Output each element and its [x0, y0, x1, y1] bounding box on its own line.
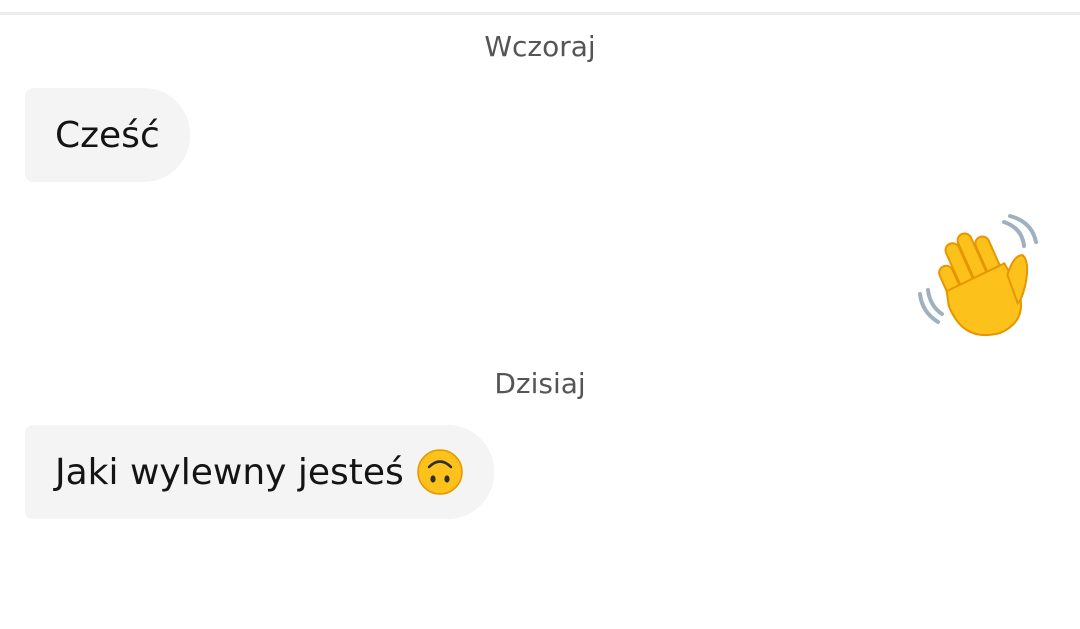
date-separator-yesterday: Wczoraj: [484, 30, 596, 63]
top-divider: [0, 12, 1080, 15]
message-bubble-incoming[interactable]: Cześć: [25, 88, 190, 182]
waving-hand-icon[interactable]: [912, 212, 1044, 344]
message-text: Jaki wylewny jesteś: [55, 451, 404, 493]
message-text: Cześć: [55, 114, 160, 156]
message-bubble-incoming[interactable]: Jaki wylewny jesteś: [25, 425, 494, 519]
date-separator-today: Dzisiaj: [494, 367, 586, 400]
upside-down-face-icon: [417, 449, 463, 495]
